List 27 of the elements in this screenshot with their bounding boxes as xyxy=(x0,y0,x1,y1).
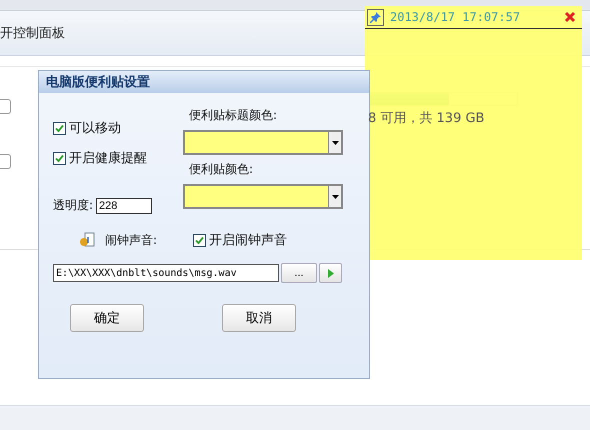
color-dropdown[interactable] xyxy=(183,130,343,155)
title-color-label: 便利贴标题颜色: xyxy=(189,107,278,124)
play-button[interactable] xyxy=(319,263,342,283)
checkbox[interactable]: 开启健康提醒 xyxy=(53,149,183,167)
opacity-field[interactable]: 228 xyxy=(96,198,152,214)
check-icon xyxy=(55,154,64,162)
checkbox[interactable]: 可以移动 xyxy=(53,119,183,137)
check-icon xyxy=(55,124,64,132)
browse-button[interactable]: ... xyxy=(281,263,317,283)
dialog-title: 电脑版便利贴设置 xyxy=(46,74,150,91)
opacity-label: 透明度: xyxy=(53,197,94,214)
address-text: 开控制面板 xyxy=(0,25,65,42)
speaker-icon xyxy=(79,232,95,248)
checkbox[interactable] xyxy=(0,154,11,169)
color-dropdown[interactable] xyxy=(183,184,343,209)
dialog-button[interactable]: 取消 xyxy=(222,304,296,332)
close-button[interactable] xyxy=(562,9,578,25)
check-icon xyxy=(195,236,204,244)
dialog-button[interactable]: 确定 xyxy=(70,304,144,332)
note-timestamp: 2013/8/17 17:07:57 xyxy=(390,10,522,24)
checkbox[interactable]: 开启闹钟声音 xyxy=(193,231,288,249)
alarm-sound-label: 闹钟声音: xyxy=(105,232,158,248)
checkbox[interactable] xyxy=(0,99,11,114)
note-color-label: 便利贴颜色: xyxy=(189,161,254,178)
sound-path-field[interactable]: E:\XX\XXX\dnblt\sounds\msg.wav xyxy=(53,264,279,282)
play-icon xyxy=(328,268,334,278)
pin-button[interactable] xyxy=(367,8,384,26)
